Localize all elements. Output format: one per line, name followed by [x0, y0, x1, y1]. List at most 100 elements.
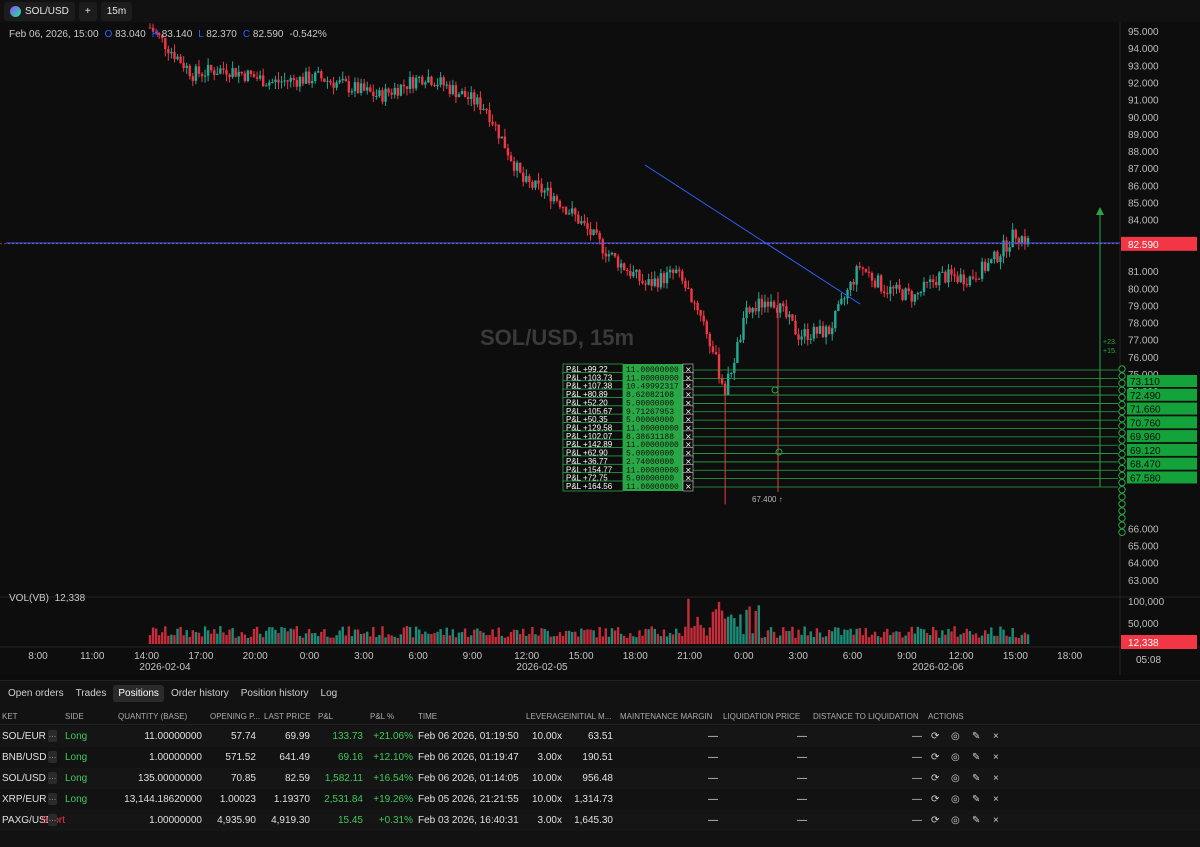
column-header[interactable]: DISTANCE TO LIQUIDATION	[813, 712, 919, 721]
more-options-icon[interactable]: …	[48, 814, 57, 826]
add-symbol-button[interactable]: +	[78, 1, 97, 21]
edit-position-icon[interactable]: ✎	[972, 773, 980, 784]
candle-body	[809, 338, 812, 340]
volume-bar	[188, 636, 191, 644]
volume-bar	[622, 635, 626, 644]
tp-sl-icon[interactable]: ◎	[951, 731, 960, 742]
volume-bar	[225, 634, 228, 644]
volume-bar	[418, 629, 421, 644]
column-header[interactable]: OPENING P...	[210, 712, 260, 721]
candle-body	[959, 274, 962, 283]
volume-bar	[815, 628, 819, 644]
more-options-icon[interactable]: …	[48, 793, 57, 805]
tab-position-history[interactable]: Position history	[236, 685, 314, 702]
edit-position-icon[interactable]: ✎	[972, 731, 980, 742]
volume-bar	[879, 637, 883, 644]
volume-value: 12,338	[54, 593, 86, 604]
action-dash-icon[interactable]: —	[912, 773, 922, 784]
column-header[interactable]: LEVERAGE	[526, 712, 569, 721]
column-header[interactable]: SIDE	[65, 712, 84, 721]
column-header[interactable]: P&L %	[370, 712, 394, 721]
close-position-icon[interactable]: ×	[993, 731, 999, 742]
volume-bar	[647, 629, 650, 644]
tab-trades[interactable]: Trades	[71, 685, 112, 702]
candle-body	[586, 223, 589, 229]
close-position-icon[interactable]: ×	[993, 752, 999, 763]
candle-body	[491, 121, 494, 125]
reverse-position-icon[interactable]: ⟳	[931, 773, 939, 784]
edit-position-icon[interactable]: ✎	[972, 794, 980, 805]
price-chart[interactable]: 95.000 94.000 93.000 92.000 91.000 90.000 89.0…	[0, 22, 1200, 675]
reverse-position-icon[interactable]: ⟳	[931, 752, 939, 763]
interval-selector[interactable]: 15m	[100, 1, 133, 21]
table-row[interactable]: PAXG/USDShort1.000000004,935.904,919.301…	[0, 810, 1200, 831]
close-position-icon[interactable]: ×	[993, 773, 999, 784]
tp-sl-icon[interactable]: ◎	[951, 773, 960, 784]
column-header[interactable]: QUANTITY (BASE)	[118, 712, 187, 721]
close-position-icon[interactable]: ×	[993, 794, 999, 805]
tp-sl-icon[interactable]: ◎	[951, 752, 960, 763]
reverse-position-icon[interactable]: ⟳	[931, 731, 939, 742]
candle-body	[659, 273, 663, 288]
order-handle-icon	[1118, 528, 1126, 536]
order-handle-icon	[1118, 443, 1126, 451]
more-options-icon[interactable]: …	[48, 751, 57, 763]
table-row[interactable]: BNB/USD Long 1.00000000 571.52 641.49 69.16 +1…	[0, 747, 1200, 768]
action-dash-icon[interactable]: —	[912, 815, 922, 826]
tab-order-history[interactable]: Order history	[166, 685, 234, 702]
close-position-icon[interactable]: ×	[993, 815, 999, 826]
tp-sl-icon[interactable]: ◎	[951, 815, 960, 826]
pnl-percent-cell: +19.26%	[373, 794, 413, 805]
table-row[interactable]: SOL/USD Long 135.00000000 70.85 82.59 1,582.1…	[0, 768, 1200, 789]
volume-bar	[745, 609, 748, 644]
tab-open-orders[interactable]: Open orders	[3, 685, 69, 702]
action-dash-icon[interactable]: —	[912, 752, 922, 763]
volume-bar	[567, 630, 571, 644]
volume-bar	[711, 611, 715, 644]
candle-body	[674, 269, 678, 273]
action-dash-icon[interactable]: —	[912, 731, 922, 742]
column-header[interactable]: LAST PRICE	[264, 712, 311, 721]
column-header[interactable]: ACTIONS	[928, 712, 964, 721]
candle-body	[956, 276, 959, 283]
volume-bar	[552, 636, 556, 644]
action-dash-icon[interactable]: —	[912, 794, 922, 805]
price-tick-label: 63.000	[1128, 576, 1159, 587]
column-header[interactable]: MAINTENANCE MARGIN	[620, 712, 712, 721]
symbol-selector[interactable]: SOL/USD	[4, 1, 75, 21]
edit-position-icon[interactable]: ✎	[972, 815, 980, 826]
volume-bar	[996, 635, 999, 644]
time-tick-label: 12:00	[514, 651, 539, 662]
entry-price-label: 73.110	[1130, 377, 1160, 388]
table-row[interactable]: SOL/EUR Long 11.00000000 57.74 69.99 133.73 +2…	[0, 726, 1200, 747]
tp-sl-icon[interactable]: ◎	[951, 794, 960, 805]
volume-bar	[944, 634, 947, 644]
volume-bar	[772, 631, 776, 644]
volume-bar	[760, 637, 764, 644]
column-header[interactable]: TIME	[418, 712, 437, 721]
tab-log[interactable]: Log	[316, 685, 343, 702]
entry-price-label: 67.580	[1130, 473, 1161, 484]
more-options-icon[interactable]: …	[48, 772, 57, 784]
column-header[interactable]: INITIAL M...	[569, 712, 611, 721]
volume-bar	[219, 626, 222, 644]
candle-body	[782, 303, 785, 307]
candle-body	[1017, 238, 1021, 243]
table-row[interactable]: XRP/EUR Long 13,144.18620000 1.00023 1.19370…	[0, 789, 1200, 810]
more-options-icon[interactable]: …	[48, 730, 57, 742]
reverse-position-icon[interactable]: ⟳	[931, 815, 939, 826]
order-handle-icon	[1118, 429, 1126, 437]
candle-body	[821, 325, 825, 338]
candle-body	[179, 56, 182, 63]
tab-positions[interactable]: Positions	[113, 684, 164, 702]
column-header[interactable]: LIQUIDATION PRICE	[723, 712, 800, 721]
reverse-position-icon[interactable]: ⟳	[931, 794, 939, 805]
volume-bar	[650, 626, 653, 644]
volume-bar	[837, 627, 840, 644]
edit-position-icon[interactable]: ✎	[972, 752, 980, 763]
candle-body	[515, 162, 519, 171]
column-header[interactable]: KET	[2, 712, 18, 721]
volume-bar	[500, 635, 504, 644]
candle-body	[433, 85, 436, 87]
column-header[interactable]: P&L	[318, 712, 333, 721]
